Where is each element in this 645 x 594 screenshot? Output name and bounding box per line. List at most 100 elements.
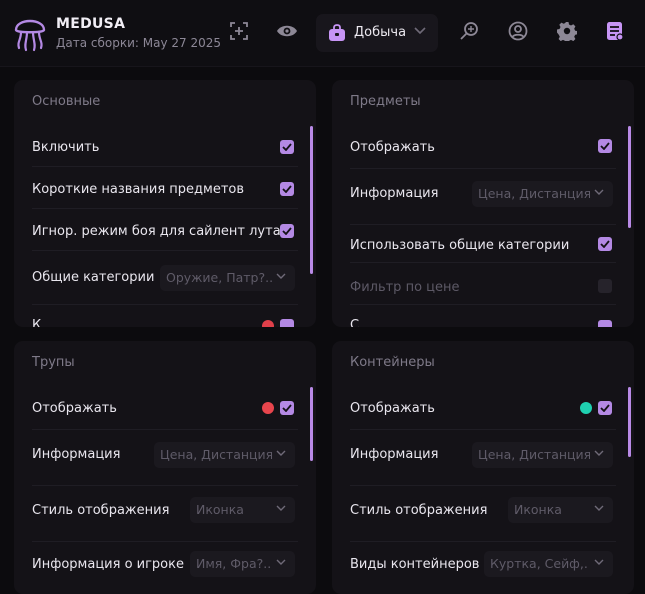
- check-icon: [600, 240, 610, 248]
- divider: [32, 485, 298, 486]
- color-swatch[interactable]: [580, 402, 592, 414]
- partial-checkbox[interactable]: [598, 320, 612, 327]
- row-label: Стиль отображения: [32, 503, 170, 518]
- check-icon: [282, 404, 292, 412]
- row-short-names: Короткие названия предметов: [14, 168, 316, 212]
- chevron-down-icon: [594, 450, 604, 456]
- row-player-info: Информация о игроке Имя, Фра?..: [14, 543, 316, 587]
- gear-icon[interactable]: [556, 20, 578, 42]
- app-title: MEDUSA: [56, 16, 126, 32]
- divider: [32, 304, 298, 305]
- color-swatch[interactable]: [262, 402, 274, 414]
- row-info: Информация Цена, Дистанция: [332, 431, 634, 486]
- row-info: Информация Цена, Дистанция: [14, 431, 316, 486]
- row-info: Информация Цена, Дистанция: [332, 170, 634, 225]
- chevron-down-icon: [276, 450, 286, 456]
- row-style: Стиль отображения Иконка: [332, 487, 634, 542]
- check-icon: [600, 142, 610, 150]
- info-select[interactable]: Цена, Дистанция: [154, 442, 295, 468]
- select-value: Куртка, Сейф,...: [490, 556, 588, 571]
- short-names-checkbox[interactable]: [280, 182, 294, 196]
- jellyfish-icon: [14, 19, 46, 52]
- row-label: Информация: [32, 447, 121, 462]
- select-value: Имя, Фра?..: [196, 556, 272, 571]
- row-label: Виды контейнеров: [350, 557, 480, 572]
- common-categories-select[interactable]: Оружие, Патр?..: [160, 265, 295, 291]
- row-label: Информация: [350, 186, 439, 201]
- check-icon: [282, 143, 292, 151]
- build-date: Дата сборки: May 27 2025: [56, 36, 221, 50]
- row-label: К: [32, 318, 42, 327]
- row-label: Игнор. режим боя для сайлент лута: [32, 224, 281, 239]
- style-select[interactable]: Иконка: [508, 497, 613, 523]
- user-icon[interactable]: [507, 20, 529, 42]
- row-partial: С: [332, 312, 634, 327]
- divider: [350, 168, 616, 169]
- chevron-down-icon: [414, 27, 426, 35]
- panel-containers: Контейнеры Отображать Информация Цена, Д…: [332, 341, 634, 594]
- panel-title: Основные: [32, 94, 101, 109]
- select-value: Иконка: [514, 502, 562, 517]
- use-common-checkbox[interactable]: [598, 237, 612, 251]
- row-label: Информация о игроке: [32, 557, 184, 572]
- chevron-down-icon: [594, 505, 604, 511]
- ignore-combat-checkbox[interactable]: [280, 224, 294, 238]
- panel-title: Контейнеры: [350, 355, 435, 370]
- chevron-down-icon: [594, 559, 604, 565]
- row-use-common: Использовать общие категории: [332, 228, 634, 272]
- divider: [350, 541, 616, 542]
- select-value: Цена, Дистанция: [160, 447, 272, 462]
- row-common-categories: Общие категории Оружие, Патр?..: [14, 254, 316, 305]
- partial-checkbox[interactable]: [280, 319, 294, 327]
- check-icon: [600, 404, 610, 412]
- crosshair-add-icon[interactable]: [228, 20, 250, 42]
- row-style: Стиль отображения Иконка: [14, 487, 316, 542]
- panel-title: Трупы: [32, 355, 75, 370]
- panel-basic: Основные Включить Короткие названия пред…: [14, 80, 316, 327]
- app-header: MEDUSA Дата сборки: May 27 2025 Добыча: [0, 0, 645, 67]
- divider: [350, 262, 616, 263]
- price-filter-checkbox[interactable]: [598, 279, 612, 293]
- settings-list-icon[interactable]: [604, 20, 626, 42]
- row-enable: Включить: [14, 126, 316, 170]
- row-label: Отображать: [32, 401, 117, 416]
- display-checkbox[interactable]: [598, 401, 612, 415]
- select-value: Иконка: [196, 502, 244, 517]
- divider: [350, 304, 616, 305]
- row-label: Стиль отображения: [350, 503, 488, 518]
- check-icon: [282, 227, 292, 235]
- panel-title: Предметы: [350, 94, 421, 109]
- display-checkbox[interactable]: [598, 139, 612, 153]
- row-ignore-combat: Игнор. режим боя для сайлент лута: [14, 210, 316, 254]
- panel-corpses: Трупы Отображать Информация Цена, Дистан…: [14, 341, 316, 594]
- row-container-types: Виды контейнеров Куртка, Сейф,...: [332, 543, 634, 587]
- row-label: Общие категории: [32, 270, 155, 285]
- loot-bag-icon: [329, 24, 345, 41]
- tab-loot[interactable]: Добыча: [316, 14, 438, 52]
- info-select[interactable]: Цена, Дистанция: [472, 442, 613, 468]
- row-display: Отображать: [332, 126, 634, 170]
- eye-icon[interactable]: [276, 20, 298, 42]
- style-select[interactable]: Иконка: [190, 497, 295, 523]
- divider: [350, 429, 616, 430]
- color-swatch[interactable]: [262, 320, 274, 327]
- divider: [32, 429, 298, 430]
- row-label: Использовать общие категории: [350, 238, 570, 253]
- chevron-down-icon: [276, 559, 286, 565]
- container-types-select[interactable]: Куртка, Сейф,...: [484, 551, 613, 577]
- search-zoom-icon[interactable]: [458, 20, 480, 42]
- row-label: Включить: [32, 140, 100, 155]
- row-display: Отображать: [14, 387, 316, 431]
- divider: [350, 224, 616, 225]
- enable-checkbox[interactable]: [280, 140, 294, 154]
- row-label: Информация: [350, 447, 439, 462]
- display-checkbox[interactable]: [280, 401, 294, 415]
- info-select[interactable]: Цена, Дистанция: [472, 181, 613, 207]
- row-price-filter: Фильтр по цене: [332, 270, 634, 314]
- row-partial: К: [14, 312, 316, 327]
- row-label: С: [350, 318, 360, 327]
- player-info-select[interactable]: Имя, Фра?..: [190, 551, 295, 577]
- select-value: Оружие, Патр?..: [166, 270, 272, 285]
- select-value: Цена, Дистанция: [478, 447, 590, 462]
- divider: [32, 166, 298, 167]
